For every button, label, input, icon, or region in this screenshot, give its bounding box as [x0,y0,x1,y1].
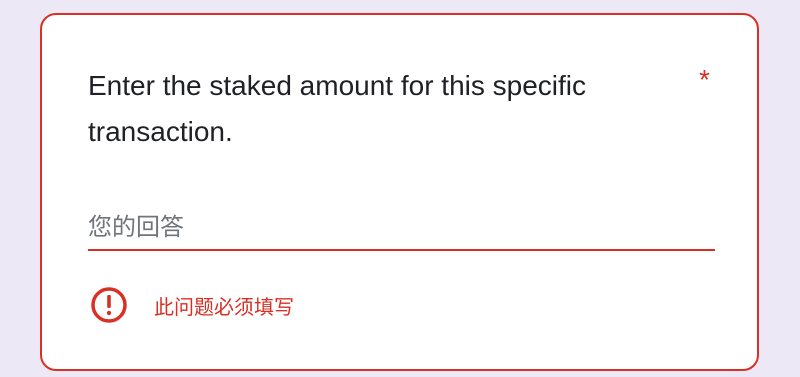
question-title: Enter the staked amount for this specifi… [88,70,587,147]
answer-input[interactable] [88,205,715,251]
required-asterisk: * [699,64,710,95]
error-message: 此问题必须填写 [154,294,294,319]
error-message-row: 此问题必须填写 [90,285,294,325]
error-circle-icon [91,287,127,323]
question-card: Enter the staked amount for this specifi… [40,13,759,371]
